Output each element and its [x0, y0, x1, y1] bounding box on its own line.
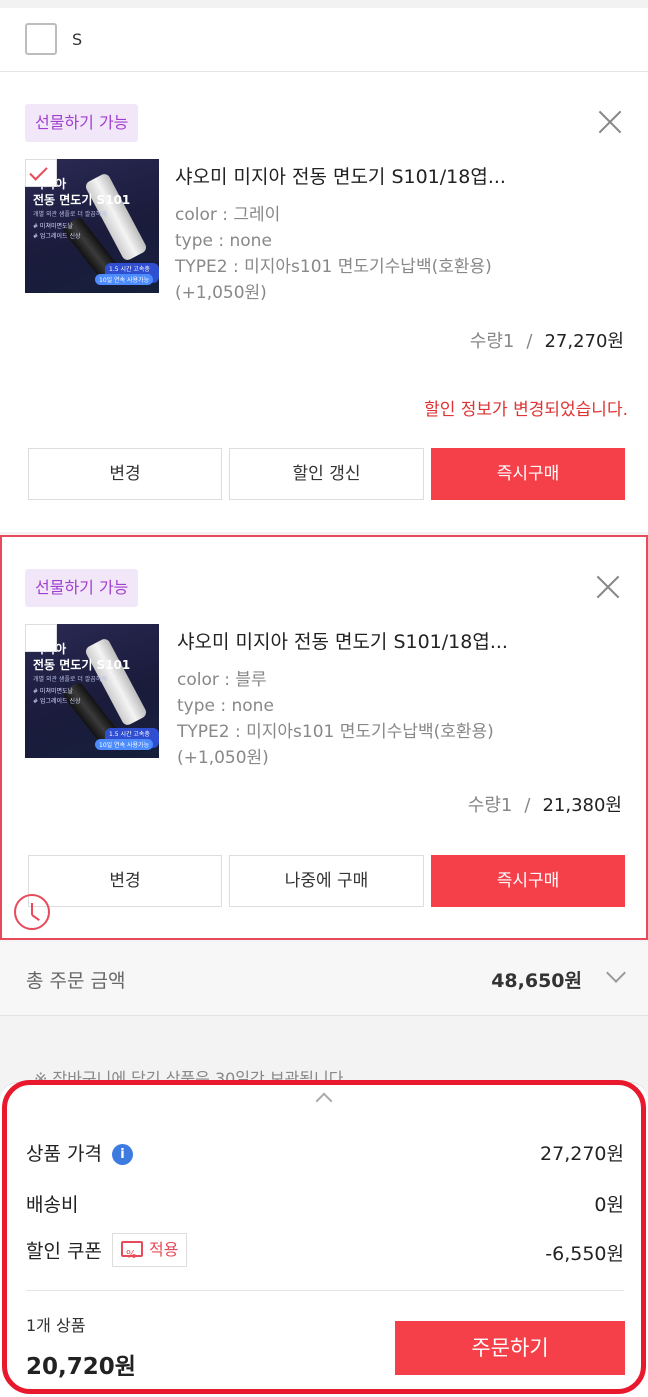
coupon-icon — [120, 1239, 143, 1271]
product-thumbnail[interactable]: 미지아 전동 면도기 S101 개별 외관 샘플로 더 깔끔하게 # 미쳐미면도… — [25, 624, 159, 758]
order-summary-sheet: 상품 가격 i 27,270원 배송비 0원 할인 쿠폰 적용 -6,550원 1개… — [0, 1082, 648, 1397]
gift-available-badge: 선물하기 가능 — [25, 569, 139, 607]
thumb-text: 전동 면도기 S101 — [33, 658, 131, 672]
remove-item-close-icon[interactable] — [598, 110, 622, 134]
shipping-label: 배송비 — [26, 1194, 79, 1216]
change-option-button[interactable]: 변경 — [28, 448, 222, 500]
option-type2: TYPE2 : 미지아s101 면도기수납백(호환용) — [177, 722, 494, 742]
cart-header: S — [0, 0, 648, 72]
history-clock-icon[interactable] — [14, 894, 50, 930]
shipping-value: 0원 — [594, 1194, 624, 1216]
item-price: 27,270원 — [544, 331, 624, 352]
product-price-row: 상품 가격 i 27,270원 — [26, 1139, 624, 1166]
thumb-text: 개별 외관 샘플로 더 깔끔하게 — [33, 211, 107, 218]
coupon-value: -6,550원 — [545, 1243, 624, 1265]
quantity-label: 수량1 — [469, 331, 515, 352]
apply-coupon-label: 적용 — [148, 1240, 179, 1259]
buy-now-button[interactable]: 즉시구매 — [431, 855, 625, 907]
product-price-value: 27,270원 — [540, 1143, 624, 1165]
thumb-text: 전동 면도기 S101 — [33, 193, 131, 207]
quantity-price: 수량1 / 21,380원 — [468, 791, 622, 817]
total-amount: 48,650원 — [491, 970, 582, 992]
gift-available-badge: 선물하기 가능 — [25, 104, 139, 142]
quantity-price: 수량1 / 27,270원 — [470, 327, 624, 353]
option-extra-price: (+1,050원) — [175, 283, 267, 303]
thumb-text: 개별 외관 샘플로 더 깔끔하게 — [33, 676, 107, 683]
collapse-chevron-up-icon[interactable] — [315, 1092, 333, 1110]
discount-changed-notice: 할인 정보가 변경되었습니다. — [424, 400, 628, 420]
product-title[interactable]: 샤오미 미지아 전동 면도기 S101/18엽... — [177, 627, 597, 654]
product-title[interactable]: 샤오미 미지아 전동 면도기 S101/18엽... — [175, 162, 595, 189]
divider — [26, 1290, 624, 1291]
chevron-down-icon[interactable] — [606, 963, 626, 983]
thumb-text: # 업그레이드 신상 — [33, 698, 81, 705]
buy-later-button[interactable]: 나중에 구매 — [229, 855, 424, 907]
item-checkbox-checked[interactable] — [25, 159, 57, 187]
item-checkbox-unchecked[interactable] — [25, 624, 57, 652]
separator: / — [524, 795, 531, 816]
option-extra-price: (+1,050원) — [177, 748, 269, 768]
cart-item-2: 선물하기 가능 미지아 전동 면도기 S101 개별 외관 샘플로 더 깔끔하게… — [0, 535, 648, 940]
thumb-text: # 미쳐미면도날 — [33, 688, 74, 695]
coupon-row: 할인 쿠폰 적용 -6,550원 — [26, 1233, 624, 1271]
refresh-discount-button[interactable]: 할인 갱신 — [229, 448, 424, 500]
cart-page: S 선물하기 가능 미지아 전동 면도기 S101 개별 외관 샘플로 더 깔끔… — [0, 0, 648, 1397]
shipping-row: 배송비 0원 — [26, 1190, 624, 1217]
apply-coupon-button[interactable]: 적용 — [111, 1233, 188, 1271]
buy-now-button[interactable]: 즉시구매 — [431, 448, 625, 500]
total-order-amount-bar[interactable]: 총 주문 금액 48,650원 — [0, 942, 648, 1016]
item-count: 1개 상품 — [26, 1316, 86, 1335]
total-label: 총 주문 금액 — [26, 970, 126, 992]
thumb-tag: 10일 연속 사용가능 — [95, 274, 154, 285]
select-all-label: S — [72, 30, 83, 49]
option-color: color : 그레이 — [175, 205, 281, 225]
product-thumbnail[interactable]: 미지아 전동 면도기 S101 개별 외관 샘플로 더 깔끔하게 # 미쳐미면도… — [25, 159, 159, 293]
cart-item-1: 선물하기 가능 미지아 전동 면도기 S101 개별 외관 샘플로 더 깔끔하게… — [0, 72, 648, 532]
top-divider — [0, 0, 648, 8]
option-type: type : none — [175, 231, 272, 251]
final-price: 20,720원 — [26, 1354, 136, 1380]
option-type2: TYPE2 : 미지아s101 면도기수납백(호환용) — [175, 257, 492, 277]
product-price-label: 상품 가격 — [26, 1143, 102, 1165]
thumb-tag: 10일 연속 사용가능 — [95, 739, 154, 750]
select-all-checkbox[interactable] — [25, 23, 57, 55]
check-icon — [29, 162, 48, 181]
separator: / — [526, 331, 533, 352]
option-type: type : none — [177, 696, 274, 716]
quantity-label: 수량1 — [467, 795, 513, 816]
order-button[interactable]: 주문하기 — [395, 1321, 625, 1375]
info-icon[interactable]: i — [111, 1144, 133, 1165]
thumb-text: # 업그레이드 신상 — [33, 233, 81, 240]
option-color: color : 블루 — [177, 670, 267, 690]
thumb-text: # 미쳐미면도날 — [33, 223, 74, 230]
coupon-label: 할인 쿠폰 — [26, 1240, 102, 1263]
remove-item-close-icon[interactable] — [596, 575, 620, 599]
change-option-button[interactable]: 변경 — [28, 855, 222, 907]
item-price: 21,380원 — [542, 795, 622, 816]
